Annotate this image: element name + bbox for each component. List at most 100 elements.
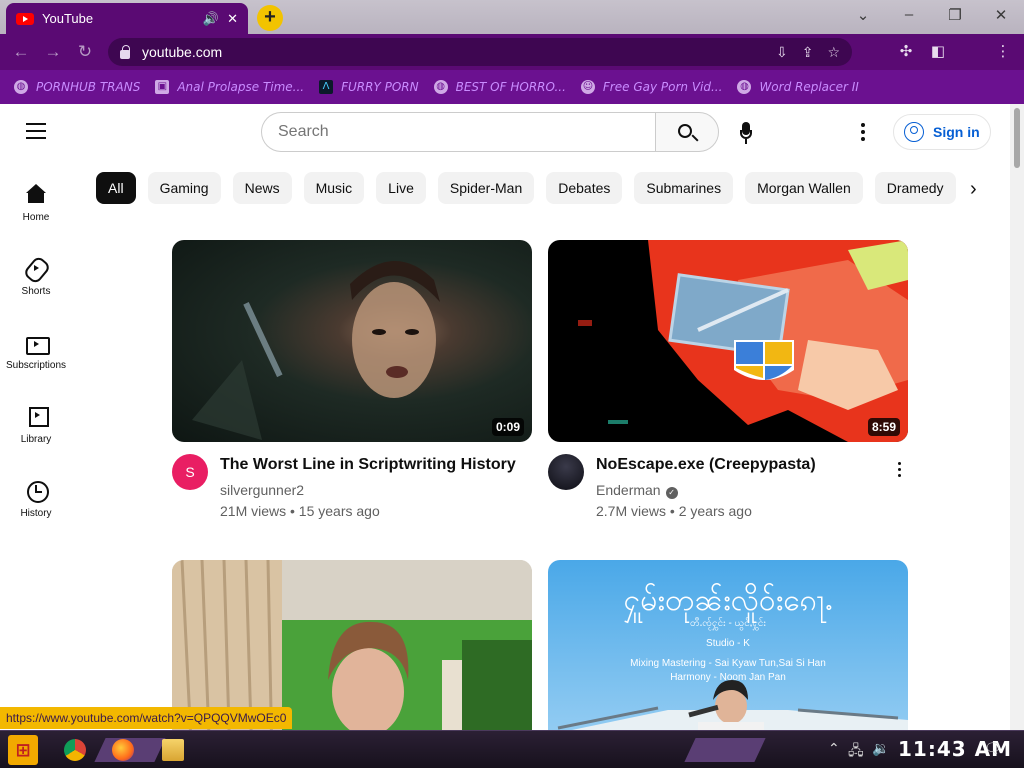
video-stats: 2.7M views • 2 years ago [596, 503, 752, 519]
side-panel-icon[interactable]: ◧ [927, 42, 949, 60]
settings-kebab-icon[interactable] [861, 123, 865, 144]
video-thumbnail[interactable]: 0:09 [172, 240, 532, 442]
microphone-icon[interactable] [740, 122, 752, 144]
speaker-icon[interactable]: 🔊 [203, 11, 219, 27]
bookmark-item[interactable]: Λ FURRY PORN [319, 80, 419, 94]
chip-music[interactable]: Music [303, 172, 365, 204]
minimize-button[interactable]: – [899, 6, 919, 23]
search-button[interactable] [655, 112, 719, 152]
sign-in-label: Sign in [933, 124, 980, 140]
duration-badge: 0:09 [491, 418, 524, 436]
install-app-icon[interactable]: ⇩ [776, 44, 788, 61]
channel-avatar[interactable] [548, 454, 584, 490]
back-button[interactable]: ← [10, 42, 32, 62]
browser-menu-icon[interactable]: ⋮ [992, 42, 1014, 60]
video-title[interactable]: The Worst Line in Scriptwriting History [220, 456, 520, 474]
sign-in-button[interactable]: Sign in [893, 114, 991, 150]
video-thumbnail[interactable]: 8:59 [548, 240, 908, 442]
chip-all[interactable]: All [96, 172, 136, 204]
share-icon[interactable]: ⇪ [802, 44, 814, 61]
reload-button[interactable]: ↻ [74, 42, 96, 62]
video-stats: 21M views • 15 years ago [220, 503, 380, 519]
triangle-logo-icon: Λ [319, 80, 334, 94]
home-icon [24, 182, 48, 206]
volume-icon[interactable]: 🔉 [872, 740, 889, 757]
chip-submarines[interactable]: Submarines [634, 172, 734, 204]
bookmark-item[interactable]: ◍ Word Replacer II [737, 80, 859, 94]
network-icon[interactable]: 🖧 [848, 740, 864, 764]
youtube-page: Search Sign in Home Shorts Subscriptions… [0, 104, 1010, 730]
bookmark-item[interactable]: ◍ BEST OF HORRO... [433, 80, 566, 94]
chip-gaming[interactable]: Gaming [147, 172, 221, 204]
sidebar-item-history[interactable]: History [0, 464, 72, 538]
thumbnail-art [578, 240, 908, 442]
subscriptions-icon [24, 330, 50, 355]
tab-search-chevron-icon[interactable]: ⌄ [853, 6, 873, 24]
forward-button[interactable]: → [42, 42, 64, 62]
show-hidden-icons-icon[interactable]: ⌃ [828, 740, 840, 757]
video-card[interactable] [172, 560, 532, 730]
chip-live[interactable]: Live [376, 172, 426, 204]
bookmarks-bar: ◍ PORNHUB TRANS ▣ Anal Prolapse Time... ΛF… [0, 70, 1024, 104]
globe-icon: ◍ [433, 80, 448, 94]
globe-icon: ◍ [737, 80, 752, 94]
chip-spider-man[interactable]: Spider-Man [437, 172, 535, 204]
bookmark-star-icon[interactable]: ☆ [827, 44, 840, 61]
notifications-icon[interactable]: 🗨 [984, 740, 1002, 757]
close-window-button[interactable]: ✕ [991, 6, 1011, 24]
video-thumbnail[interactable] [172, 560, 532, 730]
file-explorer-icon[interactable] [162, 739, 184, 761]
taskbar: ⊞ ⌃ 🖧 🔉 11:43 AM 🗨 [0, 730, 1024, 768]
video-card[interactable]: 8:59 NoEscape.exe (Creepypasta) Enderman… [548, 240, 908, 522]
taskbar-decoration [684, 738, 766, 762]
bookmark-item[interactable]: ☺ Free Gay Porn Vid... [580, 80, 722, 94]
close-tab-icon[interactable]: ✕ [227, 11, 238, 27]
video-thumbnail[interactable]: ႁူမ်းတုၼ်းလိူဝ်းၵေႃႉ တီႉၸႂ်ႁွင်း - ယွင်ႇ… [548, 560, 908, 730]
address-bar[interactable]: youtube.com ⇩ ⇪ ☆ [108, 38, 852, 66]
history-icon [24, 478, 49, 503]
guide-menu-icon[interactable] [26, 123, 46, 139]
verified-badge-icon: ✓ [665, 487, 678, 499]
thumbnail-credit-text: Studio - K [706, 638, 750, 649]
browser-toolbar: ← → ↻ youtube.com ⇩ ⇪ ☆ ✣ ◧ ⋮ [0, 34, 1024, 97]
chip-morgan-wallen[interactable]: Morgan Wallen [745, 172, 863, 204]
start-button[interactable]: ⊞ [8, 735, 38, 765]
url-text[interactable]: youtube.com [142, 44, 762, 60]
firefox-icon[interactable] [112, 739, 134, 761]
video-card[interactable]: ႁူမ်းတုၼ်းလိူဝ်းၵေႃႉ တီႉၸႂ်ႁွင်း - ယွင်ႇ… [548, 560, 908, 730]
search-icon [678, 124, 692, 138]
extensions-puzzle-icon[interactable]: ✣ [895, 42, 917, 60]
scrollbar-thumb[interactable] [1014, 108, 1020, 168]
bookmark-icon: ▣ [155, 80, 170, 94]
sidebar-item-shorts[interactable]: Shorts [0, 242, 72, 316]
channel-name[interactable]: silvergunner2 [220, 482, 304, 498]
channel-avatar[interactable]: S [172, 454, 208, 490]
bookmark-item[interactable]: ▣ Anal Prolapse Time... [155, 80, 304, 94]
chip-dramedy[interactable]: Dramedy [874, 172, 956, 204]
chip-news[interactable]: News [232, 172, 292, 204]
new-tab-button[interactable]: + [257, 5, 283, 31]
shorts-icon [24, 256, 48, 280]
mascot-icon: ☺ [580, 80, 595, 94]
video-title[interactable]: NoEscape.exe (Creepypasta) [596, 456, 896, 474]
chip-debates[interactable]: Debates [546, 172, 623, 204]
thumbnail-art [172, 560, 532, 730]
sidebar-item-library[interactable]: Library [0, 390, 72, 464]
video-card[interactable]: 0:09 S The Worst Line in Scriptwriting H… [172, 240, 532, 522]
search-input[interactable]: Search [261, 112, 656, 152]
channel-name[interactable]: Enderman ✓ [596, 482, 678, 499]
chrome-icon[interactable] [64, 739, 86, 761]
sidebar-item-home[interactable]: Home [0, 168, 72, 242]
thumbnail-credit-text: Mixing Mastering - Sai Kyaw Tun,Sai Si H… [630, 658, 826, 669]
page-scrollbar[interactable] [1010, 104, 1024, 730]
chevron-right-icon[interactable]: › [970, 178, 977, 201]
tab-youtube[interactable]: YouTube 🔊 ✕ [6, 3, 248, 34]
bookmark-item[interactable]: ◍ PORNHUB TRANS [14, 80, 140, 94]
tab-title: YouTube [42, 11, 94, 26]
sidebar-item-subscriptions[interactable]: Subscriptions [0, 316, 72, 390]
video-action-menu-icon[interactable] [898, 462, 902, 480]
restore-button[interactable]: ❐ [945, 6, 965, 24]
lock-icon[interactable] [120, 44, 130, 59]
thumbnail-art [192, 260, 440, 440]
link-status-bar: https://www.youtube.com/watch?v=QPQQVMwO… [0, 707, 293, 729]
